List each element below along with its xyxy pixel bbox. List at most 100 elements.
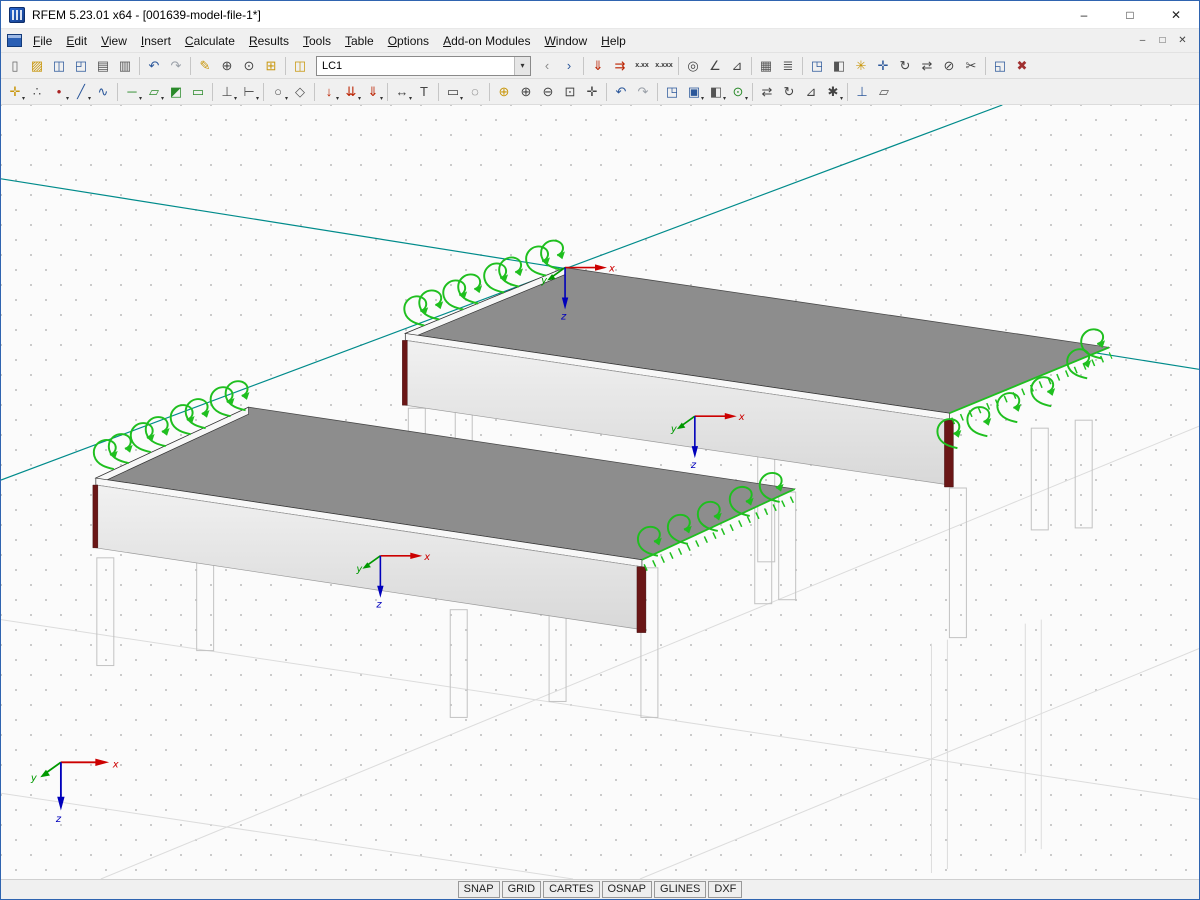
minimize-button[interactable]: – <box>1061 1 1107 28</box>
mirror-button[interactable]: ⇄ <box>916 55 938 77</box>
snap-target-button[interactable]: ◎ <box>682 55 704 77</box>
lighting-button[interactable]: ✳ <box>850 55 872 77</box>
next-view-button[interactable]: ↷ <box>632 81 654 103</box>
measure-button[interactable]: ⊿ <box>726 55 748 77</box>
axes-button[interactable]: ✛ <box>872 55 894 77</box>
save-all-button[interactable]: ◰ <box>70 55 92 77</box>
eccentricity-button[interactable]: ◇ <box>289 81 311 103</box>
open-file-button[interactable]: ▨ <box>26 55 48 77</box>
menu-insert[interactable]: Insert <box>134 31 178 51</box>
zoom-all-button[interactable]: ⊡ <box>559 81 581 103</box>
rotate-button[interactable]: ↻ <box>778 81 800 103</box>
menu-add-on-modules[interactable]: Add-on Modules <box>436 31 537 51</box>
menu-help[interactable]: Help <box>594 31 633 51</box>
mdi-close-button[interactable]: ✕ <box>1174 35 1191 46</box>
status-snap[interactable]: SNAP <box>457 881 500 898</box>
align-button[interactable]: ⊿ <box>800 81 822 103</box>
set-origin-button[interactable]: ✛ ▾ <box>4 81 26 103</box>
load-case-combo[interactable]: LC1 ▾ <box>316 55 531 76</box>
show-loads-button[interactable]: ⇓ <box>587 55 609 77</box>
isometric-view-button[interactable]: ◳ <box>806 55 828 77</box>
edit-button[interactable]: ✎ <box>194 55 216 77</box>
select-button[interactable]: ▭ ▾ <box>442 81 464 103</box>
model-canvas[interactable]: x y z x y z x y z x y z <box>1 105 1199 879</box>
maximize-button[interactable]: □ <box>1107 1 1153 28</box>
close-results-button[interactable]: ✖ <box>1011 55 1033 77</box>
mdi-restore-button[interactable]: □ <box>1154 35 1171 46</box>
new-opening-button[interactable]: ▭ <box>187 81 209 103</box>
menu-view[interactable]: View <box>94 31 134 51</box>
text-comment-button[interactable]: T <box>413 81 435 103</box>
previous-view-button[interactable]: ↶ <box>610 81 632 103</box>
printout-report-button[interactable]: ≣ <box>777 55 799 77</box>
status-dxf[interactable]: DXF <box>708 881 743 898</box>
show-results-button[interactable]: ⇉ <box>609 55 631 77</box>
select-special-button[interactable]: ◌ <box>464 81 486 103</box>
display-properties-button[interactable]: ◧ ▾ <box>705 81 727 103</box>
result-values-button[interactable]: x.xx <box>631 55 653 77</box>
settings-button[interactable]: ✱ ▾ <box>822 81 844 103</box>
zoom-out-button[interactable]: ⊖ <box>537 81 559 103</box>
member-hinge-button[interactable]: ○ ▾ <box>267 81 289 103</box>
mdi-minimize-button[interactable]: – <box>1134 35 1151 46</box>
new-surface-button[interactable]: ▱ ▾ <box>143 81 165 103</box>
redo-button[interactable]: ↷ <box>165 55 187 77</box>
render-button[interactable]: ◧ <box>828 55 850 77</box>
status-glines[interactable]: GLINES <box>654 881 707 898</box>
print-preview-button[interactable]: ▥ <box>114 55 136 77</box>
move-copy-button[interactable]: ⇄ <box>756 81 778 103</box>
zoom-window-button[interactable]: ⊕ <box>493 81 515 103</box>
surface-load-button[interactable]: ⇓ ▾ <box>362 81 384 103</box>
new-node-button[interactable]: • ▾ <box>48 81 70 103</box>
undo-button[interactable]: ↶ <box>143 55 165 77</box>
new-child-window-button[interactable]: ◱ <box>989 55 1011 77</box>
line-support-button[interactable]: ⊢ ▾ <box>238 81 260 103</box>
zoom-in-button[interactable]: ⊕ <box>515 81 537 103</box>
section-button[interactable]: ⊘ <box>938 55 960 77</box>
close-button[interactable]: ✕ <box>1153 1 1199 28</box>
search-button[interactable]: ⊙ <box>238 55 260 77</box>
status-grid[interactable]: GRID <box>501 881 542 898</box>
work-plane-button[interactable]: ▱ <box>873 81 895 103</box>
menu-tools[interactable]: Tools <box>296 31 338 51</box>
status-cartes[interactable]: CARTES <box>543 881 600 898</box>
viewport-3d[interactable]: x y z x y z x y z x y z <box>1 105 1199 879</box>
previous-load-case-button[interactable]: ‹ <box>536 55 558 77</box>
new-window-button[interactable]: ⊞ <box>260 55 282 77</box>
new-solid-button[interactable]: ◩ <box>165 81 187 103</box>
snap-settings-button[interactable]: ∴ <box>26 81 48 103</box>
nodal-load-button[interactable]: ↓ ▾ <box>318 81 340 103</box>
visual-objects-button[interactable]: ⊙ ▾ <box>727 81 749 103</box>
print-button[interactable]: ▤ <box>92 55 114 77</box>
zoom-select-button[interactable]: ⊕ <box>216 55 238 77</box>
menu-window[interactable]: Window <box>537 31 594 51</box>
new-polyline-button[interactable]: ∿ <box>92 81 114 103</box>
clip-button[interactable]: ✂ <box>960 55 982 77</box>
next-load-case-button[interactable]: › <box>558 55 580 77</box>
measure-angle-button[interactable]: ∠ <box>704 55 726 77</box>
view-direction-button[interactable]: ▣ ▾ <box>683 81 705 103</box>
menu-file[interactable]: File <box>26 31 59 51</box>
rotate-view-button[interactable]: ↻ <box>894 55 916 77</box>
pan-button[interactable]: ✛ <box>581 81 603 103</box>
user-coordinate-system-button[interactable]: ⊥ <box>851 81 873 103</box>
line-load-button[interactable]: ⇊ ▾ <box>340 81 362 103</box>
tables-button[interactable]: ▦ <box>755 55 777 77</box>
load-cases-button[interactable]: ◫ <box>289 55 311 77</box>
menu-results[interactable]: Results <box>242 31 296 51</box>
save-button[interactable]: ◫ <box>48 55 70 77</box>
menu-calculate[interactable]: Calculate <box>178 31 242 51</box>
chevron-down-icon[interactable]: ▾ <box>514 56 530 75</box>
isometry-button[interactable]: ◳ <box>661 81 683 103</box>
menu-edit[interactable]: Edit <box>59 31 94 51</box>
nodal-support-button[interactable]: ⊥ ▾ <box>216 81 238 103</box>
status-osnap[interactable]: OSNAP <box>601 881 653 898</box>
mdi-system-menu-icon[interactable] <box>7 34 22 47</box>
menu-options[interactable]: Options <box>381 31 436 51</box>
result-digits-button[interactable]: x.xxx <box>653 55 675 77</box>
new-member-button[interactable]: ─ ▾ <box>121 81 143 103</box>
menu-table[interactable]: Table <box>338 31 381 51</box>
dimension-button[interactable]: ↔ ▾ <box>391 81 413 103</box>
new-file-button[interactable]: ▯ <box>4 55 26 77</box>
new-line-button[interactable]: ╱ ▾ <box>70 81 92 103</box>
